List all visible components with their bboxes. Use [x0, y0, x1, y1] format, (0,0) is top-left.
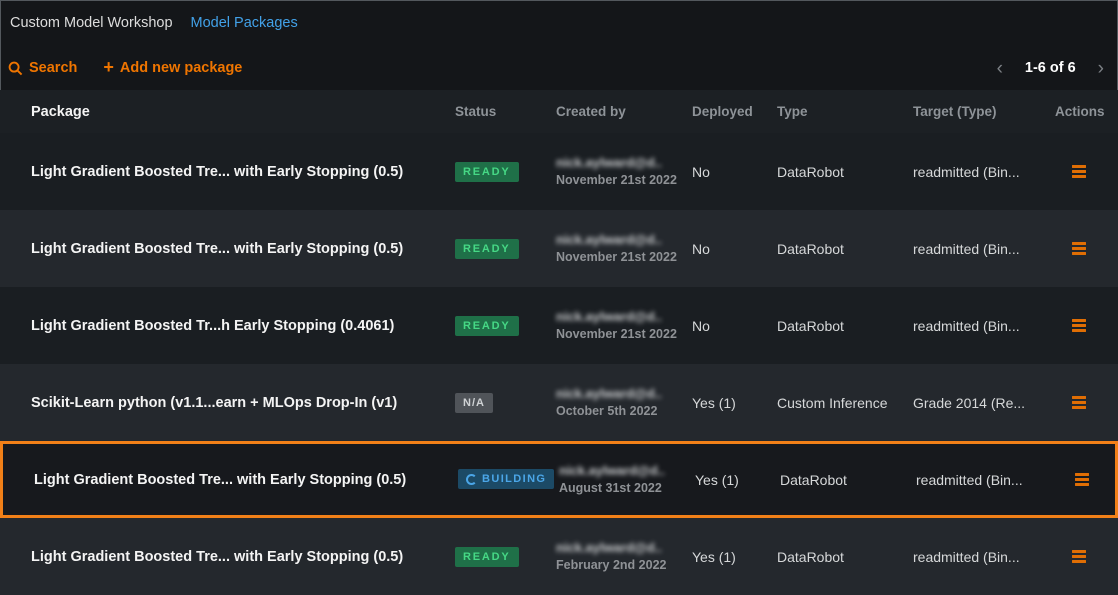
status-badge: READY [455, 316, 519, 336]
table-row[interactable]: Light Gradient Boosted Tr...h Early Stop… [0, 287, 1118, 364]
type-value: Custom Inference [777, 395, 913, 411]
row-actions-menu-icon[interactable] [1072, 550, 1086, 563]
titlebar: Custom Model Workshop Model Packages [0, 0, 1118, 46]
target-value: readmitted (Bin... [916, 472, 1058, 488]
toolbar: Search + Add new package ‹ 1-6 of 6 › [0, 46, 1118, 90]
table-row[interactable]: Light Gradient Boosted Tre... with Early… [0, 210, 1118, 287]
deployed-value: No [692, 318, 777, 334]
created-by-email: nick.aylward@d.. [556, 231, 692, 249]
status-badge: READY [455, 239, 519, 259]
target-value: Grade 2014 (Re... [913, 395, 1055, 411]
created-date: August 31st 2022 [559, 480, 695, 497]
type-value: DataRobot [777, 164, 913, 180]
row-actions-menu-icon[interactable] [1075, 473, 1089, 486]
created-date: November 21st 2022 [556, 326, 692, 343]
package-name: Light Gradient Boosted Tre... with Early… [0, 164, 455, 180]
created-date: November 21st 2022 [556, 172, 692, 189]
column-header-deployed: Deployed [692, 104, 777, 119]
target-value: readmitted (Bin... [913, 241, 1055, 257]
pagination-prev-icon[interactable]: ‹ [997, 59, 1003, 78]
table-row[interactable]: Light Gradient Boosted Tre... with Early… [0, 441, 1118, 518]
row-actions-menu-icon[interactable] [1072, 319, 1086, 332]
add-new-package-button[interactable]: + Add new package [103, 59, 242, 77]
table-row[interactable]: Light Gradient Boosted Tre... with Early… [0, 133, 1118, 210]
column-header-created-by: Created by [556, 104, 692, 119]
table-body: Light Gradient Boosted Tre... with Early… [0, 133, 1118, 595]
tab-model-packages[interactable]: Model Packages [191, 15, 298, 31]
status-badge-label: READY [463, 551, 511, 563]
package-name: Light Gradient Boosted Tr...h Early Stop… [0, 318, 455, 334]
created-by-email: nick.aylward@d.. [556, 154, 692, 172]
status-badge-label: READY [463, 320, 511, 332]
type-value: DataRobot [777, 549, 913, 565]
type-value: DataRobot [780, 472, 916, 488]
row-actions-menu-icon[interactable] [1072, 396, 1086, 409]
deployed-value: Yes (1) [695, 472, 780, 488]
pagination-next-icon[interactable]: › [1098, 59, 1104, 78]
target-value: readmitted (Bin... [913, 318, 1055, 334]
deployed-value: No [692, 164, 777, 180]
target-value: readmitted (Bin... [913, 549, 1055, 565]
status-badge-label: READY [463, 243, 511, 255]
status-badge-label: BUILDING [482, 473, 546, 485]
search-button-label: Search [29, 60, 77, 76]
row-actions-menu-icon[interactable] [1072, 242, 1086, 255]
created-by-email: nick.aylward@d.. [556, 385, 692, 403]
model-packages-page: { "colors": { "accent_orange": "#ef7500"… [0, 0, 1118, 595]
created-date: February 2nd 2022 [556, 557, 692, 574]
tab-custom-model-workshop[interactable]: Custom Model Workshop [10, 15, 173, 31]
deployed-value: Yes (1) [692, 395, 777, 411]
table-row[interactable]: Light Gradient Boosted Tre... with Early… [0, 518, 1118, 595]
deployed-value: No [692, 241, 777, 257]
column-header-actions: Actions [1055, 104, 1118, 119]
created-by-email: nick.aylward@d.. [556, 539, 692, 557]
deployed-value: Yes (1) [692, 549, 777, 565]
created-date: November 21st 2022 [556, 249, 692, 266]
status-badge: READY [455, 162, 519, 182]
column-header-type: Type [777, 104, 913, 119]
table-row[interactable]: Scikit-Learn python (v1.1...earn + MLOps… [0, 364, 1118, 441]
package-name: Light Gradient Boosted Tre... with Early… [0, 241, 455, 257]
search-button[interactable]: Search [8, 60, 77, 76]
package-name: Scikit-Learn python (v1.1...earn + MLOps… [0, 395, 455, 411]
spinner-icon [466, 474, 477, 485]
type-value: DataRobot [777, 241, 913, 257]
row-actions-menu-icon[interactable] [1072, 165, 1086, 178]
search-icon [8, 61, 23, 76]
status-badge-label: READY [463, 166, 511, 178]
status-badge: READY [455, 547, 519, 567]
table-header: Package Status Created by Deployed Type … [0, 90, 1118, 133]
pagination: ‹ 1-6 of 6 › [997, 59, 1104, 78]
created-by-email: nick.aylward@d.. [556, 308, 692, 326]
column-header-status: Status [455, 104, 556, 119]
target-value: readmitted (Bin... [913, 164, 1055, 180]
created-by-email: nick.aylward@d.. [559, 462, 695, 480]
add-new-package-label: Add new package [120, 60, 242, 76]
package-name: Light Gradient Boosted Tre... with Early… [3, 472, 458, 488]
package-name: Light Gradient Boosted Tre... with Early… [0, 549, 455, 565]
plus-icon: + [103, 58, 114, 76]
status-badge: BUILDING [458, 469, 554, 489]
column-header-package: Package [0, 104, 455, 120]
type-value: DataRobot [777, 318, 913, 334]
column-header-target-type: Target (Type) [913, 104, 1055, 119]
pagination-range: 1-6 of 6 [1025, 60, 1076, 76]
status-badge-label: N/A [463, 397, 485, 409]
created-date: October 5th 2022 [556, 403, 692, 420]
status-badge: N/A [455, 393, 493, 413]
